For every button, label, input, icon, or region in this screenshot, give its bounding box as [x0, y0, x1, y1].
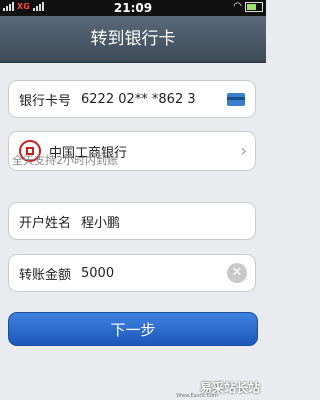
amount-field[interactable]: 转账金额 5000 ✕ — [8, 254, 256, 292]
card-number-value: 6222 02** *862 3 — [81, 91, 196, 107]
wifi-icon: ◠ — [233, 1, 242, 12]
amount-value: 5000 — [81, 265, 115, 281]
arrival-hint: 全天支持2小时内到账 — [12, 154, 118, 167]
card-number-label: 银行卡号 — [19, 93, 72, 109]
account-name-label: 开户姓名 — [19, 215, 72, 231]
chevron-right-icon: › — [240, 141, 247, 160]
clock: 21:09 — [113, 1, 153, 15]
card-number-field[interactable]: 银行卡号 6222 02** *862 3 — [8, 80, 256, 118]
account-name-field[interactable]: 开户姓名 程小鹏 — [8, 202, 256, 240]
bank-card-icon[interactable] — [227, 93, 245, 106]
battery-icon — [245, 1, 263, 12]
clear-icon[interactable]: ✕ — [227, 263, 247, 283]
status-right: ◠ — [233, 1, 263, 12]
next-button[interactable]: 下一步 — [8, 312, 258, 346]
amount-label: 转账金额 — [19, 267, 72, 283]
account-name-value: 程小鹏 — [81, 215, 121, 231]
status-bar: XG 21:09 ◠ — [0, 0, 266, 16]
watermark-sub: Www.Easck.Com — [176, 393, 218, 399]
page-title: 转到银行卡 — [0, 16, 266, 63]
